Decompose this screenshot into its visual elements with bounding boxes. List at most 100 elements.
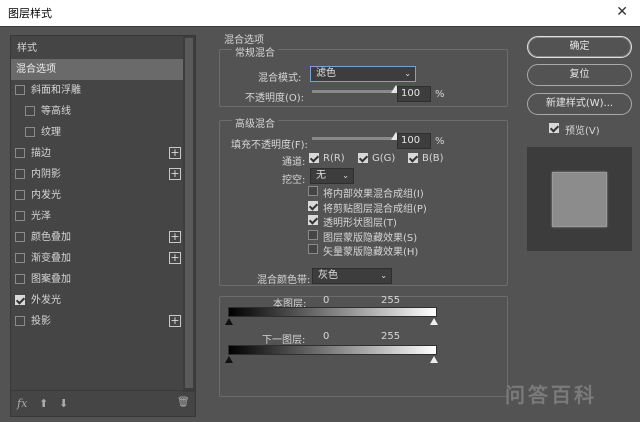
style-item-checkbox[interactable] [15,253,25,263]
style-item[interactable]: 内阴影 + [11,164,183,185]
opacity-input[interactable]: 100 [397,86,431,102]
opacity-unit: % [435,89,445,100]
underlying-layer-max: 255 [381,331,401,342]
fill-opacity-slider-track[interactable] [312,137,396,140]
add-effect-icon[interactable]: + [169,315,181,327]
advanced-option-checkbox[interactable] [308,229,318,240]
style-item-checkbox[interactable] [15,295,25,305]
channel-g-checkbox[interactable] [358,153,368,163]
style-item-label: 等高线 [41,106,71,117]
styles-footer: fx ⬆ ⬇ 🗑 [11,390,195,416]
style-item-checkbox[interactable] [15,211,25,221]
style-item[interactable]: 光泽 [11,206,183,227]
knockout-value: 无 [316,170,326,181]
channel-b-checkbox[interactable] [408,153,418,163]
fill-opacity-label: 填充不透明度(F): [231,140,308,151]
style-item-checkbox[interactable] [15,274,25,284]
preview-label: 预览(V) [565,126,600,137]
style-item-label: 斜面和浮雕 [31,85,81,96]
underlying-black-slider[interactable] [225,356,233,363]
this-layer-max: 255 [381,295,401,306]
trash-icon[interactable]: 🗑 [177,397,190,408]
title-bar: 图层样式 ✕ [0,0,640,26]
style-item[interactable]: 内发光 [11,185,183,206]
close-icon[interactable]: ✕ [616,4,628,20]
this-layer-gradient [228,307,437,317]
advanced-option-label: 将剪贴图层混合成组(P) [323,203,427,215]
style-item[interactable]: 外发光 [11,290,183,311]
knockout-select[interactable]: 无 ⌄ [310,168,354,184]
style-item-checkbox[interactable] [15,85,25,95]
styles-list: 样式 混合选项斜面和浮雕等高线纹理描边 + 内阴影 + 内发光光泽颜色叠加 + 渐变叠加 + 图… [11,36,183,392]
advanced-option-checkbox[interactable] [308,215,318,225]
style-item[interactable]: 混合选项 [11,59,183,80]
style-item-label: 混合选项 [16,64,56,75]
this-layer-white-slider[interactable] [430,318,438,325]
style-item-checkbox[interactable] [15,148,25,158]
channel-b-label: B(B) [422,153,444,164]
reset-button[interactable]: 复位 [527,64,632,86]
style-item-checkbox[interactable] [25,106,35,116]
this-layer-black-slider[interactable] [225,318,233,325]
style-item-label: 外发光 [31,295,61,306]
style-item-checkbox[interactable] [15,190,25,200]
style-item-label: 光泽 [31,211,51,222]
channel-g-label: G(G) [372,153,396,164]
add-effect-icon[interactable]: + [169,252,181,264]
style-item[interactable]: 颜色叠加 + [11,227,183,248]
preview-swatch [552,172,607,227]
advanced-option-checkbox[interactable] [308,200,318,211]
style-item-checkbox[interactable] [15,169,25,179]
ok-button[interactable]: 确定 [527,36,632,58]
style-item[interactable]: 等高线 [11,101,183,122]
advanced-option-label: 将内部效果混合成组(I) [323,189,424,200]
style-item-checkbox[interactable] [25,127,35,137]
channel-r-label: R(R) [323,153,345,164]
style-item[interactable]: 图案叠加 [11,269,183,290]
move-down-icon[interactable]: ⬇ [59,397,68,410]
underlying-layer-min: 0 [323,331,330,342]
general-blending-title: 常规混合 [232,44,278,59]
chevron-down-icon: ⌄ [404,69,411,78]
opacity-slider-track[interactable] [312,90,396,93]
blend-mode-select[interactable]: 滤色 ⌄ [310,66,416,82]
underlying-layer-label: 下一图层: [262,335,306,346]
move-up-icon[interactable]: ⬆ [39,397,48,410]
add-effect-icon[interactable]: + [169,147,181,159]
style-item-label: 内发光 [31,190,61,201]
style-item-checkbox[interactable] [15,232,25,242]
style-item-label: 渐变叠加 [31,253,71,264]
styles-scrollbar[interactable] [183,36,195,392]
scrollbar-thumb[interactable] [185,38,193,388]
add-effect-icon[interactable]: + [169,231,181,243]
underlying-layer-gradient [228,345,437,355]
new-style-button[interactable]: 新建样式(W)... [527,93,632,115]
style-item-label: 内阴影 [31,169,61,180]
blend-if-select[interactable]: 灰色 ⌄ [312,268,392,284]
fx-icon[interactable]: fx [17,397,27,410]
style-item-label: 颜色叠加 [31,232,71,243]
styles-header[interactable]: 样式 [11,38,183,59]
blend-if-label: 混合颜色带: [257,275,311,286]
style-item-checkbox[interactable] [15,316,25,326]
style-item[interactable]: 渐变叠加 + [11,248,183,269]
window-title: 图层样式 [8,7,52,20]
style-item[interactable]: 描边 + [11,143,183,164]
underlying-white-slider[interactable] [430,356,438,363]
style-item[interactable]: 投影 + [11,311,183,332]
style-item-label: 描边 [31,148,51,159]
add-effect-icon[interactable]: + [169,168,181,180]
advanced-option-checkbox[interactable] [308,244,318,254]
advanced-option-label: 矢量蒙版隐藏效果(H) [323,247,419,258]
fill-opacity-input[interactable]: 100 [397,133,431,149]
channel-r-checkbox[interactable] [309,153,319,163]
style-item-label: 纹理 [41,127,61,138]
advanced-option-label: 透明形状图层(T) [323,218,397,229]
opacity-label: 不透明度(O): [245,93,305,104]
advanced-option-checkbox[interactable] [308,186,318,196]
style-item[interactable]: 斜面和浮雕 [11,80,183,101]
style-item[interactable]: 纹理 [11,122,183,143]
preview-checkbox[interactable] [549,123,559,133]
blend-mode-label: 混合模式: [258,73,302,84]
fill-opacity-unit: % [435,136,445,147]
